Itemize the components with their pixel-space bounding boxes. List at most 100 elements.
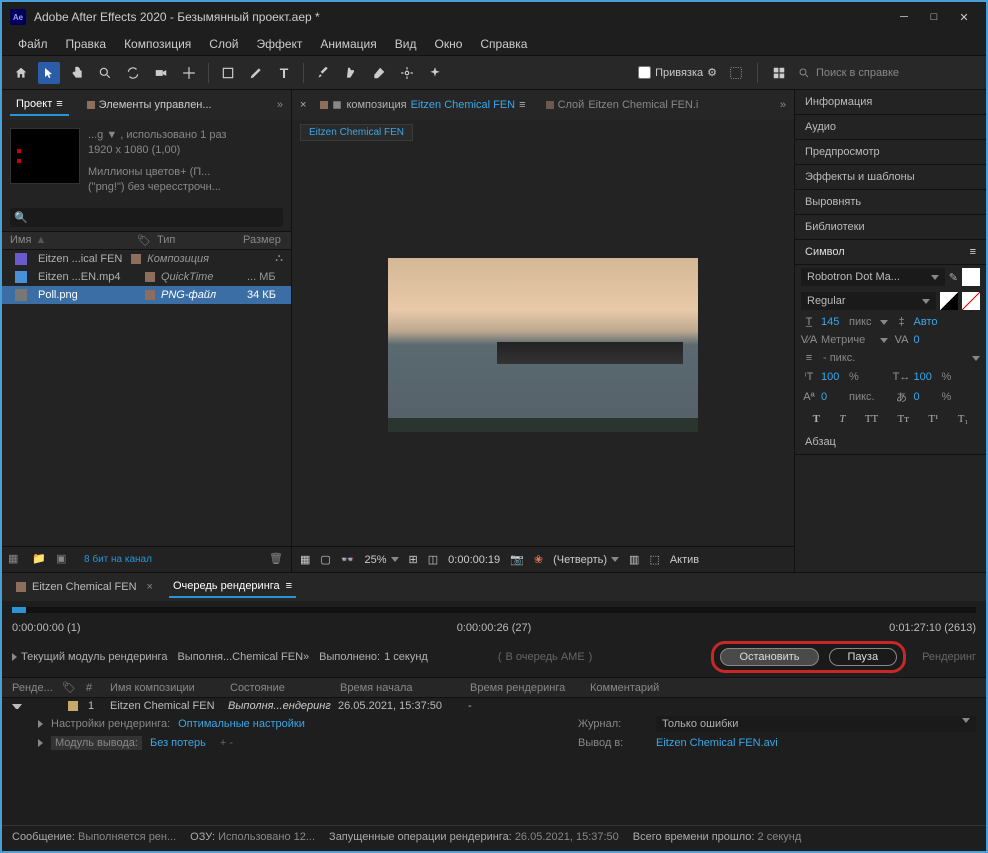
output-module-link[interactable]: Без потерь <box>150 737 206 749</box>
resolution-icon[interactable]: ⊞ <box>409 553 418 566</box>
italic-button[interactable]: T <box>839 413 845 425</box>
flowchart-icon[interactable]: ⛬ <box>275 252 283 265</box>
menu-view[interactable]: Вид <box>387 34 425 54</box>
leading[interactable]: Авто <box>914 316 938 328</box>
new-comp-icon[interactable]: ▣ <box>56 552 72 568</box>
hscale[interactable]: 100 <box>914 371 938 383</box>
project-row[interactable]: Eitzen ...ical FEN Композиция ⛬ <box>2 250 291 268</box>
eyedropper-icon[interactable]: ✎ <box>949 271 958 284</box>
tab-timeline-comp[interactable]: Eitzen Chemical FEN× <box>12 577 157 597</box>
stop-button[interactable]: Остановить <box>720 648 818 666</box>
trash-icon[interactable]: 🗑 <box>269 552 285 568</box>
project-search[interactable]: 🔍 <box>10 208 283 227</box>
color-mgmt-icon[interactable]: ❀ <box>534 553 543 566</box>
project-row[interactable]: Poll.png PNG-файл 34 КБ <box>2 286 291 304</box>
roto-tool[interactable] <box>396 62 418 84</box>
bold-button[interactable]: T <box>813 413 820 425</box>
menu-layer[interactable]: Слой <box>201 34 246 54</box>
tracking[interactable]: 0 <box>914 334 938 346</box>
panel-align[interactable]: Выровнять <box>795 190 986 215</box>
hand-tool[interactable] <box>66 62 88 84</box>
bit-depth[interactable]: 8 бит на канал <box>84 554 152 565</box>
home-tool[interactable] <box>10 62 32 84</box>
composition-viewer[interactable] <box>292 144 794 546</box>
help-search[interactable]: Поиск в справке <box>798 67 978 79</box>
render-settings-link[interactable]: Оптимальные настройки <box>178 718 305 730</box>
journal-dropdown[interactable]: Только ошибки <box>656 716 976 732</box>
maximize-button[interactable]: □ <box>928 11 940 23</box>
project-row[interactable]: Eitzen ...EN.mp4 QuickTime ... МБ <box>2 268 291 286</box>
current-time[interactable]: 0:00:00:19 <box>448 554 500 566</box>
quality-dropdown[interactable]: (Четверть) <box>553 554 619 566</box>
menu-window[interactable]: Окно <box>426 34 470 54</box>
mask-icon[interactable]: 👓 <box>341 553 355 566</box>
3d-icon[interactable]: ⬚ <box>649 553 659 566</box>
add-output-icon[interactable]: + - <box>220 737 233 749</box>
tab-project[interactable]: Проект ≡ <box>10 94 69 116</box>
menu-help[interactable]: Справка <box>472 34 535 54</box>
vscale[interactable]: 100 <box>821 371 845 383</box>
stroke-width[interactable]: - пикс. <box>823 352 966 364</box>
font-family[interactable]: Robotron Dot Ma... <box>801 268 945 286</box>
fill-color[interactable] <box>962 268 980 286</box>
snap-options-icon[interactable]: ⚙ <box>707 66 717 79</box>
snap-toggle[interactable]: Привязка ⚙ <box>638 66 717 79</box>
panel-effects[interactable]: Эффекты и шаблоны <box>795 165 986 190</box>
roi-icon[interactable]: ◫ <box>428 553 438 566</box>
close-button[interactable]: ✕ <box>958 11 970 23</box>
menu-effect[interactable]: Эффект <box>248 34 310 54</box>
tab-composition[interactable]: композиция Eitzen Chemical FEN ≡ <box>314 95 531 115</box>
stroke-swap[interactable] <box>940 292 958 310</box>
output-file-link[interactable]: Eitzen Chemical FEN.avi <box>656 737 976 749</box>
panel-audio[interactable]: Аудио <box>795 115 986 140</box>
font-style[interactable]: Regular <box>801 292 936 310</box>
active-camera[interactable]: Актив <box>670 554 699 566</box>
kerning[interactable]: Метриче <box>821 334 876 346</box>
menu-file[interactable]: Файл <box>10 34 56 54</box>
grid-icon[interactable]: ▦ <box>300 553 310 566</box>
allcaps-button[interactable]: TT <box>865 413 878 425</box>
interpret-icon[interactable]: ▦ <box>8 552 24 568</box>
zoom-level[interactable]: 25% <box>365 554 399 566</box>
tab-effect-controls[interactable]: Элементы управлен... <box>81 95 218 115</box>
type-tool[interactable]: T <box>273 62 295 84</box>
view-icon[interactable]: ▥ <box>629 553 639 566</box>
minimize-button[interactable]: ─ <box>898 11 910 23</box>
workspace-icon[interactable] <box>768 62 790 84</box>
panel-overflow-icon[interactable]: » <box>780 99 786 111</box>
panel-libraries[interactable]: Библиотеки <box>795 215 986 240</box>
panel-paragraph[interactable]: Абзац <box>795 430 986 455</box>
menu-animation[interactable]: Анимация <box>312 34 384 54</box>
pan-behind-tool[interactable] <box>178 62 200 84</box>
superscript-button[interactable]: T¹ <box>928 413 938 425</box>
subscript-button[interactable]: T₁ <box>958 413 969 425</box>
tab-render-queue[interactable]: Очередь рендеринга ≡ <box>169 576 296 598</box>
panel-info[interactable]: Информация <box>795 90 986 115</box>
selection-tool[interactable] <box>38 62 60 84</box>
eraser-tool[interactable] <box>368 62 390 84</box>
snapshot-icon[interactable]: 📷 <box>510 553 524 566</box>
menu-composition[interactable]: Композиция <box>116 34 199 54</box>
channel-icon[interactable]: ▢ <box>320 553 330 566</box>
tab-layer[interactable]: Слой Eitzen Chemical FEN.i <box>540 95 705 115</box>
smallcaps-button[interactable]: Tᴛ <box>898 413 910 425</box>
label-icon[interactable]: 🏷 <box>137 234 151 247</box>
folder-icon[interactable]: 📁 <box>32 552 48 568</box>
clone-tool[interactable] <box>340 62 362 84</box>
pause-button[interactable]: Пауза <box>829 648 898 666</box>
brush-tool[interactable] <box>312 62 334 84</box>
orbit-tool[interactable] <box>122 62 144 84</box>
snap-checkbox[interactable] <box>638 66 651 79</box>
puppet-tool[interactable] <box>424 62 446 84</box>
tsume[interactable]: 0 <box>914 391 938 403</box>
layer-chip[interactable]: Eitzen Chemical FEN <box>300 124 413 141</box>
menu-edit[interactable]: Правка <box>58 34 115 54</box>
stroke-color[interactable] <box>962 292 980 310</box>
baseline[interactable]: 0 <box>821 391 845 403</box>
rectangle-tool[interactable] <box>217 62 239 84</box>
camera-tool[interactable] <box>150 62 172 84</box>
panel-character[interactable]: Символ≡ <box>795 240 986 265</box>
queue-row[interactable]: 1 Eitzen Chemical FEN Выполня...ендеринг… <box>2 698 986 714</box>
zoom-tool[interactable] <box>94 62 116 84</box>
panel-overflow-icon[interactable]: » <box>277 99 283 111</box>
